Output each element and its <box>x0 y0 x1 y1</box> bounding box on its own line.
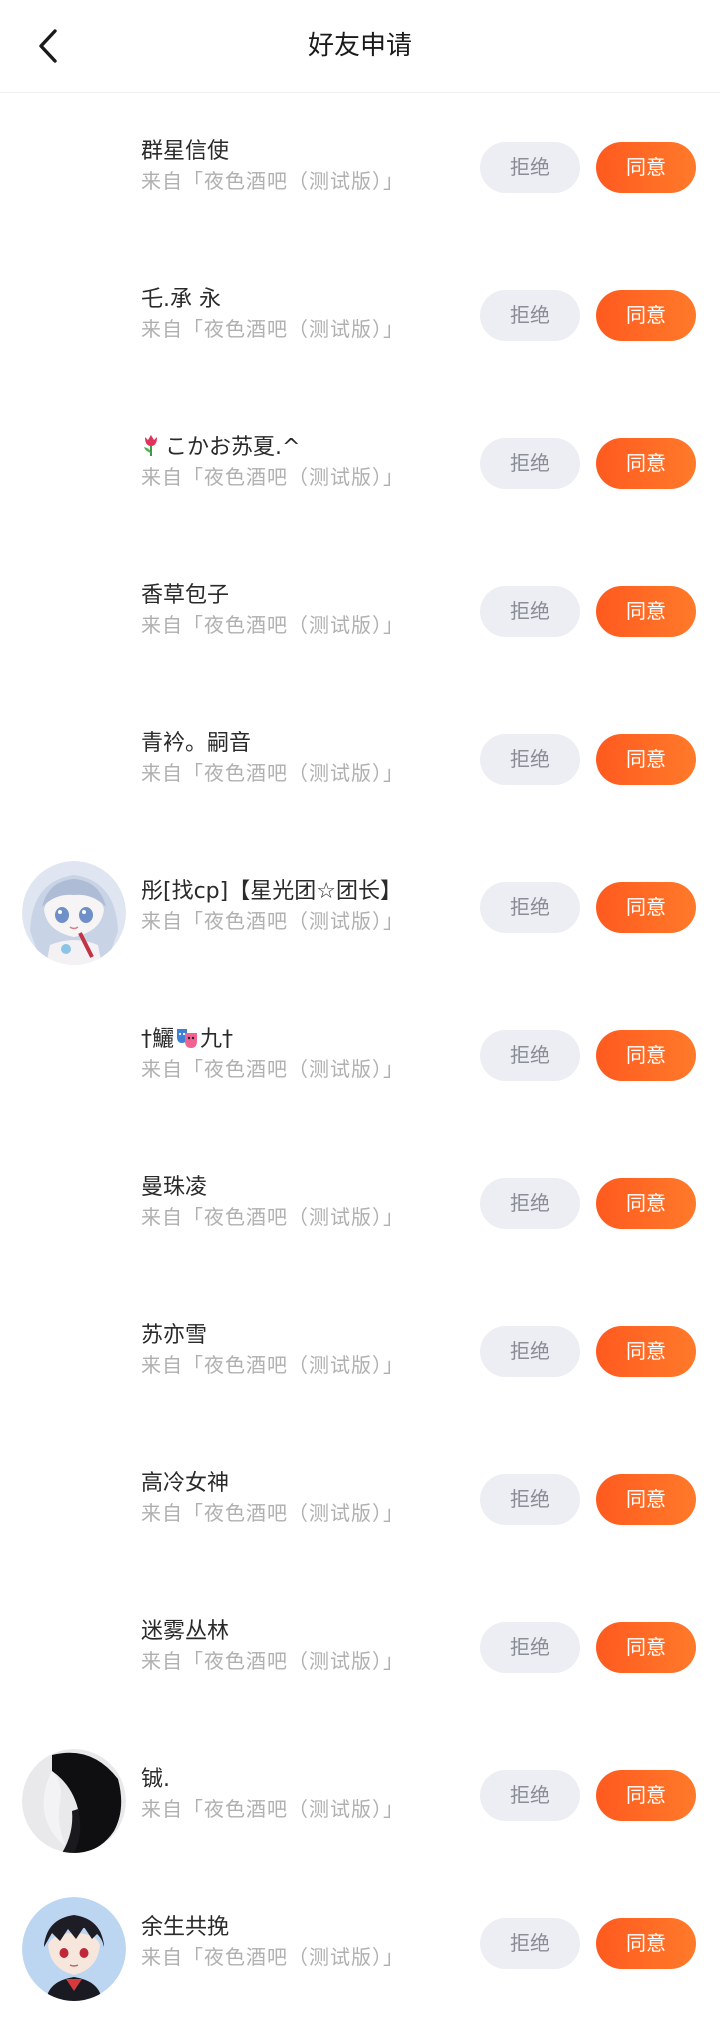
reject-button[interactable]: 拒绝 <box>480 1030 580 1081</box>
avatar[interactable] <box>22 1601 126 1705</box>
avatar[interactable] <box>22 1305 126 1409</box>
request-source: 来自「夜色酒吧（测试版）」 <box>141 1353 404 1377</box>
avatar[interactable] <box>22 1749 126 1853</box>
requester-name-part1: †鱺 <box>141 1027 175 1052</box>
accept-button[interactable]: 同意 <box>596 882 696 933</box>
avatar[interactable] <box>22 861 126 965</box>
request-row: 群星信使 来自「夜色酒吧（测试版）」 拒绝 同意 <box>0 93 720 241</box>
dark-hair-avatar-icon <box>22 1749 126 1853</box>
request-source: 来自「夜色酒吧（测试版）」 <box>141 613 404 637</box>
requester-name: 迷雾丛林 <box>141 1619 230 1644</box>
request-row: 余生共挽 来自「夜色酒吧（测试版）」 拒绝 同意 <box>0 1869 720 2017</box>
header-bar: 好友申请 <box>0 0 720 93</box>
request-row: 青衿。嗣音 来自「夜色酒吧（测试版）」 拒绝 同意 <box>0 685 720 833</box>
accept-button[interactable]: 同意 <box>596 290 696 341</box>
avatar[interactable] <box>22 713 126 817</box>
request-source: 来自「夜色酒吧（测试版）」 <box>141 1205 404 1229</box>
request-row: 高冷女神 来自「夜色酒吧（测试版）」 拒绝 同意 <box>0 1425 720 1573</box>
request-source: 来自「夜色酒吧（测试版）」 <box>141 1057 404 1081</box>
avatar[interactable] <box>22 565 126 669</box>
reject-button[interactable]: 拒绝 <box>480 438 580 489</box>
avatar[interactable] <box>22 269 126 373</box>
avatar[interactable] <box>22 1897 126 2001</box>
request-source: 来自「夜色酒吧（测试版）」 <box>141 1501 404 1525</box>
request-row: 曼珠凌 来自「夜色酒吧（测试版）」 拒绝 同意 <box>0 1129 720 1277</box>
reject-button[interactable]: 拒绝 <box>480 734 580 785</box>
request-source: 来自「夜色酒吧（测试版）」 <box>141 1797 404 1821</box>
accept-button[interactable]: 同意 <box>596 438 696 489</box>
reject-button[interactable]: 拒绝 <box>480 1178 580 1229</box>
reject-button[interactable]: 拒绝 <box>480 1770 580 1821</box>
page-title: 好友申请 <box>307 31 412 61</box>
request-source: 来自「夜色酒吧（测试版）」 <box>141 1945 404 1969</box>
requester-name-text: こかお苏夏.^ <box>165 435 301 460</box>
requester-name: 曼珠凌 <box>141 1175 208 1200</box>
request-row: こかお苏夏.^ 来自「夜色酒吧（测试版）」 拒绝 同意 <box>0 389 720 537</box>
avatar[interactable] <box>22 121 126 225</box>
requester-name: 余生共挽 <box>141 1915 230 1940</box>
request-source: 来自「夜色酒吧（测试版）」 <box>141 169 404 193</box>
request-source: 来自「夜色酒吧（测试版）」 <box>141 465 404 489</box>
request-source: 来自「夜色酒吧（测试版）」 <box>141 1649 404 1673</box>
avatar[interactable] <box>22 1453 126 1557</box>
accept-button[interactable]: 同意 <box>596 734 696 785</box>
performing-arts-emoji-icon <box>177 1029 198 1048</box>
request-source: 来自「夜色酒吧（测试版）」 <box>141 909 404 933</box>
anime-girl-avatar-icon <box>22 861 126 965</box>
reject-button[interactable]: 拒绝 <box>480 1326 580 1377</box>
accept-button[interactable]: 同意 <box>596 1030 696 1081</box>
request-source: 来自「夜色酒吧（测试版）」 <box>141 317 404 341</box>
requester-name: 苏亦雪 <box>141 1323 208 1348</box>
request-row: 苏亦雪 来自「夜色酒吧（测试版）」 拒绝 同意 <box>0 1277 720 1425</box>
reject-button[interactable]: 拒绝 <box>480 882 580 933</box>
tulip-emoji-icon <box>144 435 157 456</box>
reject-button[interactable]: 拒绝 <box>480 290 580 341</box>
requester-name: 青衿。嗣音 <box>141 731 252 756</box>
reject-button[interactable]: 拒绝 <box>480 142 580 193</box>
request-row: 乇.承 永 来自「夜色酒吧（测试版）」 拒绝 同意 <box>0 241 720 389</box>
accept-button[interactable]: 同意 <box>596 1770 696 1821</box>
requester-name: 彤[找cp]【星光团☆团长】 <box>141 879 402 904</box>
accept-button[interactable]: 同意 <box>596 1918 696 1969</box>
request-source: 来自「夜色酒吧（测试版）」 <box>141 761 404 785</box>
anime-boy-avatar-icon <box>22 1897 126 2001</box>
requester-name: 乇.承 永 <box>141 287 221 312</box>
accept-button[interactable]: 同意 <box>596 1326 696 1377</box>
reject-button[interactable]: 拒绝 <box>480 1918 580 1969</box>
reject-button[interactable]: 拒绝 <box>480 1474 580 1525</box>
requester-name: こかお苏夏.^ <box>141 429 300 461</box>
reject-button[interactable]: 拒绝 <box>480 586 580 637</box>
requester-name: 香草包子 <box>141 583 230 608</box>
requester-name-part2: 九† <box>200 1027 234 1052</box>
avatar[interactable] <box>22 1009 126 1113</box>
request-row: †鱺 九† 来自「夜色酒吧（测试版）」 拒绝 同意 <box>0 981 720 1129</box>
request-row: 彤[找cp]【星光团☆团长】 来自「夜色酒吧（测试版）」 拒绝 同意 <box>0 833 720 981</box>
avatar[interactable] <box>22 1157 126 1261</box>
accept-button[interactable]: 同意 <box>596 142 696 193</box>
requester-name: †鱺 九† <box>141 1021 233 1053</box>
accept-button[interactable]: 同意 <box>596 1178 696 1229</box>
accept-button[interactable]: 同意 <box>596 1622 696 1673</box>
accept-button[interactable]: 同意 <box>596 586 696 637</box>
request-row: 香草包子 来自「夜色酒吧（测试版）」 拒绝 同意 <box>0 537 720 685</box>
reject-button[interactable]: 拒绝 <box>480 1622 580 1673</box>
friend-request-list: 群星信使 来自「夜色酒吧（测试版）」 拒绝 同意 乇.承 永 来自「夜色酒吧（测… <box>0 93 720 2017</box>
requester-name: 铖. <box>141 1767 170 1792</box>
requester-name: 群星信使 <box>141 139 230 164</box>
avatar[interactable] <box>22 417 126 521</box>
requester-name: 高冷女神 <box>141 1471 230 1496</box>
request-row: 铖. 来自「夜色酒吧（测试版）」 拒绝 同意 <box>0 1721 720 1869</box>
accept-button[interactable]: 同意 <box>596 1474 696 1525</box>
request-row: 迷雾丛林 来自「夜色酒吧（测试版）」 拒绝 同意 <box>0 1573 720 1721</box>
